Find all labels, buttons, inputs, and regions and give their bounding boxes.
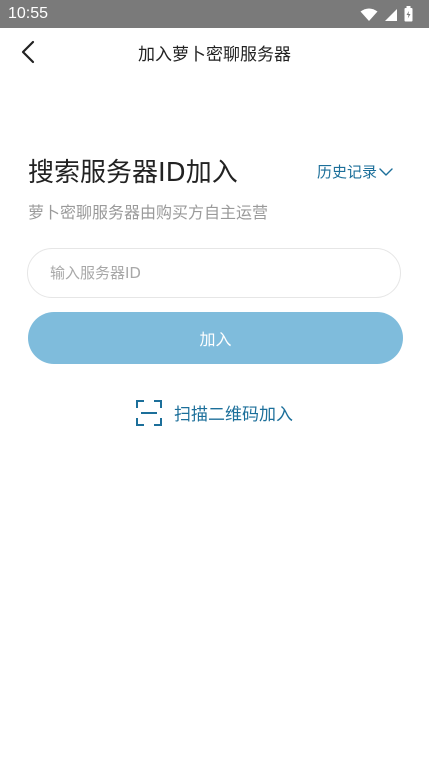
signal-icon: [384, 7, 398, 26]
battery-icon: [404, 6, 413, 26]
history-button[interactable]: 历史记录: [317, 162, 393, 182]
chevron-down-icon: [379, 162, 393, 182]
history-label: 历史记录: [316, 163, 377, 181]
server-id-input[interactable]: [27, 248, 401, 298]
scan-qr-label: 扫描二维码加入: [174, 405, 293, 425]
status-icons: [360, 6, 413, 26]
scan-qr-button[interactable]: 扫描二维码加入: [0, 400, 429, 430]
search-heading: 搜索服务器ID加入: [28, 158, 238, 188]
nav-bar: 加入萝卜密聊服务器: [0, 28, 429, 82]
wifi-icon: [360, 7, 378, 26]
scan-qr-icon: [136, 400, 162, 430]
status-bar: 10:55: [0, 0, 429, 28]
join-button[interactable]: 加入: [28, 312, 403, 364]
subtitle: 萝卜密聊服务器由购买方自主运营: [28, 203, 269, 222]
page-title: 加入萝卜密聊服务器: [138, 45, 291, 65]
status-time: 10:55: [8, 5, 49, 22]
